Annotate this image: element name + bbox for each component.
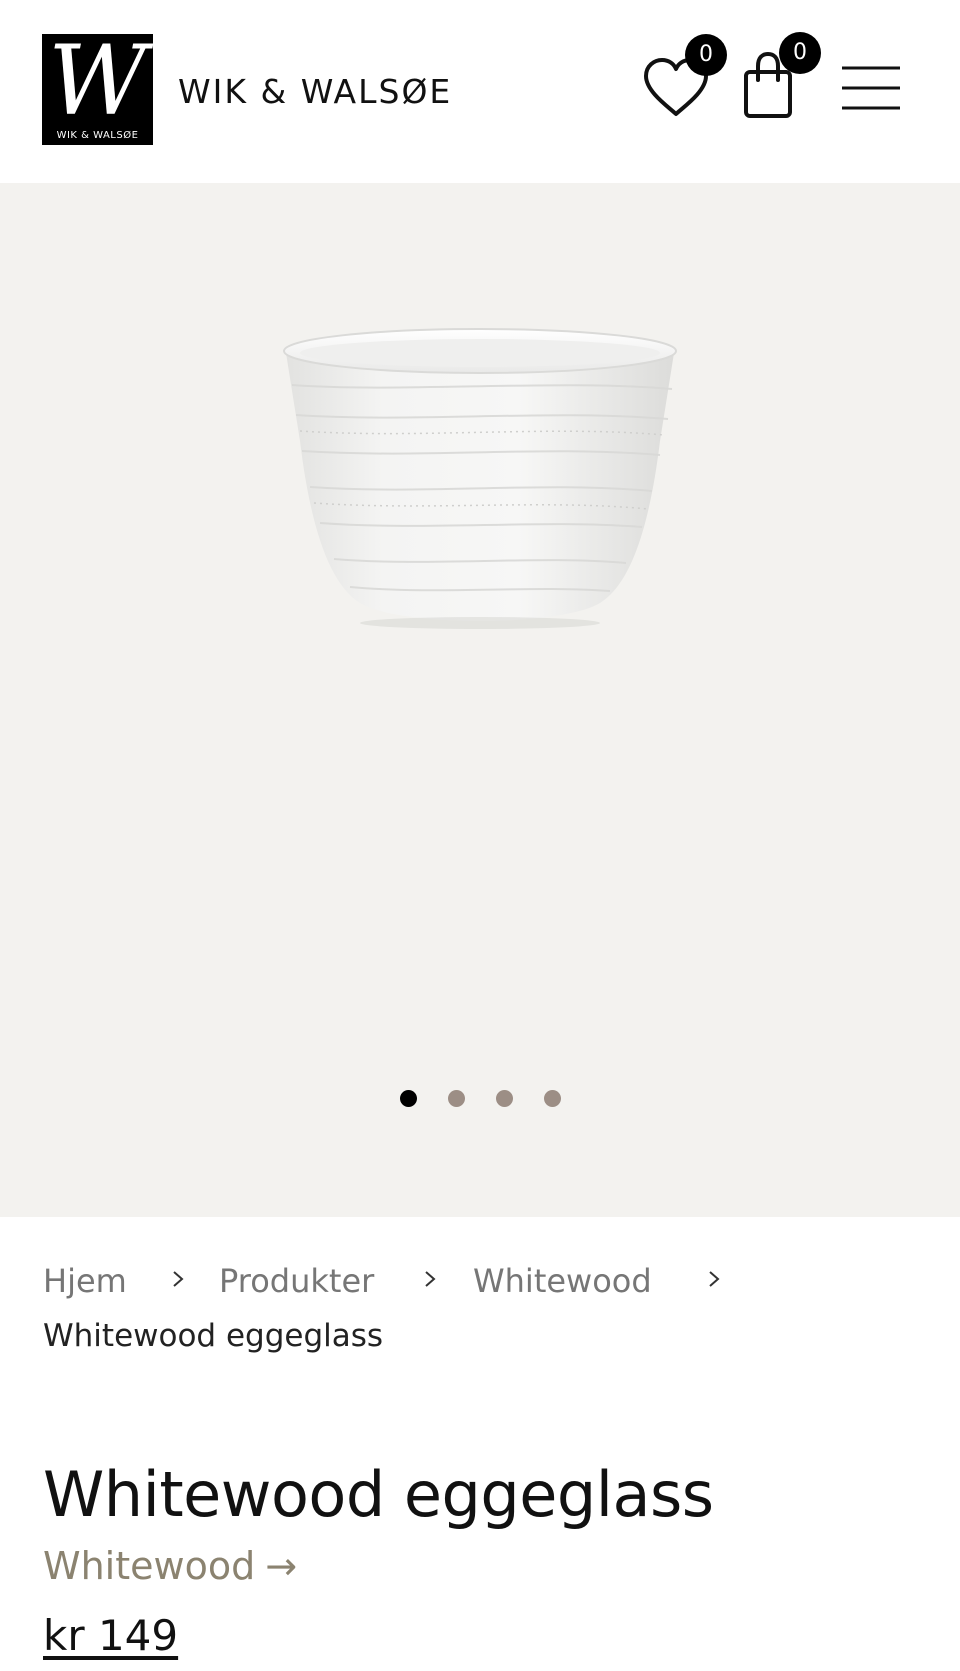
chevron-right-icon xyxy=(709,1271,720,1287)
wishlist-count-badge: 0 xyxy=(685,34,727,76)
product-title: Whitewood eggeglass xyxy=(43,1458,714,1531)
breadcrumb-item-products[interactable]: Produkter xyxy=(219,1262,374,1300)
collection-link[interactable]: Whitewood → xyxy=(43,1544,297,1588)
menu-button[interactable] xyxy=(840,64,902,112)
chevron-right-icon xyxy=(425,1271,436,1287)
gallery-dot-2[interactable] xyxy=(448,1090,465,1107)
gallery-dot-4[interactable] xyxy=(544,1090,561,1107)
gallery-dot-3[interactable] xyxy=(496,1090,513,1107)
chevron-right-icon xyxy=(173,1271,184,1287)
cart-count-badge: 0 xyxy=(779,32,821,74)
gallery-dot-1[interactable] xyxy=(400,1090,417,1107)
product-price: kr 149 xyxy=(43,1611,179,1660)
brand-name[interactable]: WIK & WALSØE xyxy=(178,72,452,111)
breadcrumb-item-whitewood[interactable]: Whitewood xyxy=(473,1262,652,1300)
product-image xyxy=(283,328,677,629)
gallery-pagination xyxy=(0,1090,960,1110)
arrow-right-icon: → xyxy=(265,1544,298,1588)
breadcrumb-current: Whitewood eggeglass xyxy=(43,1318,384,1354)
logo-letter: W xyxy=(48,34,147,137)
logo[interactable]: W WIK & WALSØE xyxy=(42,34,153,145)
product-image-gallery[interactable] xyxy=(0,183,960,1217)
breadcrumb-item-home[interactable]: Hjem xyxy=(43,1262,127,1300)
collection-link-label: Whitewood xyxy=(43,1544,256,1588)
logo-subtext: WIK & WALSØE xyxy=(56,130,139,141)
site-header: W WIK & WALSØE WIK & WALSØE 0 0 xyxy=(0,0,960,183)
hamburger-menu-icon xyxy=(842,66,900,110)
